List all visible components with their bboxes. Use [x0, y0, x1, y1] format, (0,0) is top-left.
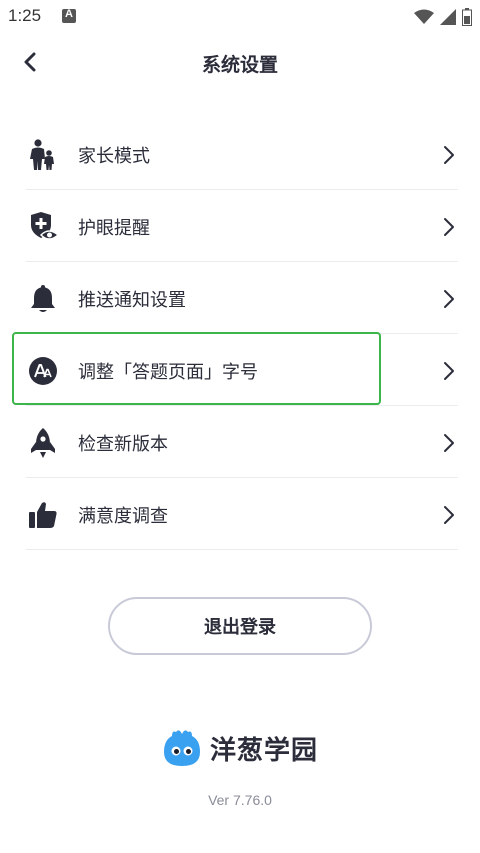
menu-label: 调整「答题页面」字号: [78, 362, 258, 383]
menu-item-parent-mode[interactable]: 家长模式: [26, 118, 458, 190]
status-icons: [414, 6, 472, 28]
page-title: 系统设置: [201, 54, 278, 76]
rocket-icon: [26, 426, 60, 460]
menu-item-satisfaction-survey[interactable]: 满意度调查: [26, 478, 458, 550]
brand-name: 洋葱学园: [209, 735, 318, 766]
menu-item-font-size[interactable]: 调整「答题页面」字号: [26, 334, 458, 406]
settings-menu: 家长模式 护眼提醒 推送通知设置 调整「答题页面」字号 检查新版本 满意度调查: [26, 118, 458, 550]
menu-item-check-update[interactable]: 检查新版本: [26, 406, 458, 478]
menu-item-eye-care[interactable]: 护眼提醒: [26, 190, 458, 262]
chevron-right-icon: [444, 218, 454, 236]
chevron-right-icon: [444, 290, 454, 308]
chevron-right-icon: [444, 146, 454, 164]
menu-label: 检查新版本: [78, 434, 168, 455]
menu-label: 家长模式: [78, 146, 150, 167]
font-size-icon: [26, 354, 60, 388]
bell-icon: [26, 282, 60, 316]
menu-item-push-notifications[interactable]: 推送通知设置: [26, 262, 458, 334]
logout-label: 退出登录: [204, 617, 276, 638]
brand: 洋葱学园: [0, 728, 480, 768]
parent-child-icon: [26, 138, 60, 172]
menu-label: 满意度调查: [78, 506, 168, 527]
version-label: Ver 7.76.0: [208, 792, 272, 808]
thumbs-up-icon: [26, 498, 60, 532]
chevron-right-icon: [444, 362, 454, 380]
eye-shield-icon: [26, 210, 60, 244]
onion-mascot-icon: [163, 730, 200, 766]
status-bar: 1:25: [0, 0, 480, 34]
status-time: 1:25: [8, 6, 42, 25]
signal-icon: [440, 9, 456, 25]
chevron-right-icon: [444, 434, 454, 452]
chevron-right-icon: [444, 506, 454, 524]
battery-icon: [462, 8, 472, 26]
menu-label: 推送通知设置: [78, 290, 186, 311]
nav-bar: 系统设置: [0, 34, 480, 92]
menu-label: 护眼提醒: [78, 218, 150, 239]
wifi-icon: [414, 9, 434, 24]
logout-button[interactable]: 退出登录: [108, 597, 372, 655]
a-icon: [62, 8, 76, 23]
